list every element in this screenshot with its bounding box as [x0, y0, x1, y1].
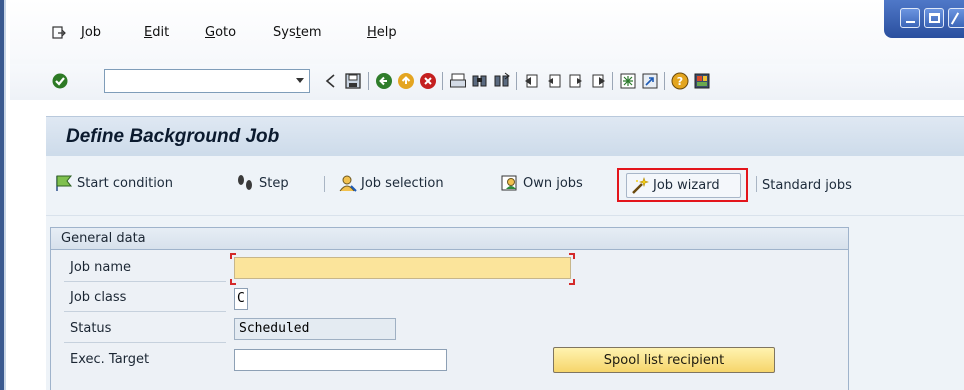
row-divider	[64, 281, 226, 282]
cancel-icon[interactable]	[419, 72, 437, 90]
standard-jobs-label: Standard jobs	[762, 178, 852, 193]
minimize-button[interactable]	[900, 8, 920, 28]
status-label: Status	[70, 321, 112, 336]
toolbar-separator	[664, 72, 665, 90]
system-toolbar: ?	[10, 64, 964, 100]
svg-text:?: ?	[677, 75, 683, 88]
find-next-icon[interactable]	[493, 72, 511, 90]
toolbar-separator	[368, 72, 369, 90]
row-divider	[64, 311, 226, 312]
required-corner-mark	[230, 279, 236, 285]
find-icon[interactable]	[471, 72, 489, 90]
menu-window-icon[interactable]	[52, 26, 66, 40]
job-selection-button[interactable]: Job selection	[334, 171, 448, 195]
exit-icon[interactable]	[397, 72, 415, 90]
job-selection-label: Job selection	[361, 175, 444, 191]
highlight-annotation	[617, 168, 748, 202]
status-field: Scheduled	[234, 318, 396, 340]
required-corner-mark	[230, 253, 236, 259]
own-jobs-button[interactable]: Own jobs	[496, 171, 587, 195]
toolbar-separator	[612, 72, 613, 90]
job-name-label: Job name	[70, 260, 132, 275]
toolbar-separator	[516, 72, 517, 90]
start-condition-button[interactable]: Start condition	[50, 171, 177, 195]
job-class-label: Job class	[70, 290, 127, 305]
create-session-icon[interactable]	[619, 72, 637, 90]
back-arrow-small-icon[interactable]	[322, 72, 340, 90]
previous-page-icon[interactable]	[545, 72, 563, 90]
page-title: Define Background Job	[66, 126, 280, 147]
print-icon[interactable]	[449, 72, 467, 90]
start-condition-label: Start condition	[77, 175, 173, 191]
command-dropdown-icon[interactable]	[296, 78, 304, 83]
menu-goto[interactable]: Goto	[205, 25, 236, 40]
step-label: Step	[259, 175, 289, 191]
toolbar-separator	[442, 72, 443, 90]
screen-title-bar: Define Background Job	[46, 116, 964, 156]
command-field[interactable]	[104, 69, 310, 93]
save-icon[interactable]	[344, 72, 362, 90]
own-jobs-label: Own jobs	[523, 175, 583, 191]
row-divider	[64, 342, 226, 343]
maximize-icon	[929, 13, 940, 23]
last-page-icon[interactable]	[589, 72, 607, 90]
job-class-field[interactable]: C	[234, 288, 248, 310]
enter-check-icon[interactable]	[52, 73, 68, 89]
footsteps-icon	[238, 175, 252, 190]
required-corner-mark	[569, 253, 575, 259]
shortcut-icon[interactable]	[641, 72, 659, 90]
standard-jobs-button[interactable]: Standard jobs	[758, 173, 856, 198]
own-jobs-icon	[501, 175, 517, 191]
first-page-icon[interactable]	[523, 72, 541, 90]
next-page-icon[interactable]	[567, 72, 585, 90]
menu-help[interactable]: Help	[367, 25, 397, 40]
window-left-edge	[0, 0, 6, 390]
maximize-button[interactable]	[924, 8, 944, 28]
step-button[interactable]: Step	[230, 171, 293, 195]
exec-target-label: Exec. Target	[70, 352, 150, 367]
menu-edit[interactable]: Edit	[144, 25, 169, 40]
toolbar-separator	[756, 176, 757, 192]
close-icon	[950, 12, 960, 25]
menu-job[interactable]: Job	[81, 25, 101, 40]
minimize-icon	[906, 21, 915, 23]
back-icon[interactable]	[375, 72, 393, 90]
spool-list-recipient-button[interactable]: Spool list recipient	[553, 347, 775, 373]
exec-target-field[interactable]	[234, 349, 447, 371]
menu-bar: Job Edit Goto System Help	[10, 0, 964, 64]
general-data-title: General data	[61, 231, 146, 246]
job-name-field[interactable]	[234, 257, 571, 279]
general-data-header: General data	[51, 228, 848, 250]
layout-menu-icon[interactable]	[693, 72, 711, 90]
window-controls	[884, 0, 964, 38]
close-button[interactable]	[948, 8, 964, 28]
help-icon[interactable]: ?	[671, 72, 689, 90]
menu-system[interactable]: System	[273, 25, 322, 40]
start-flag-icon	[56, 175, 73, 191]
required-corner-mark	[569, 279, 575, 285]
user-selection-icon	[339, 175, 357, 192]
toolbar-separator	[324, 176, 325, 192]
